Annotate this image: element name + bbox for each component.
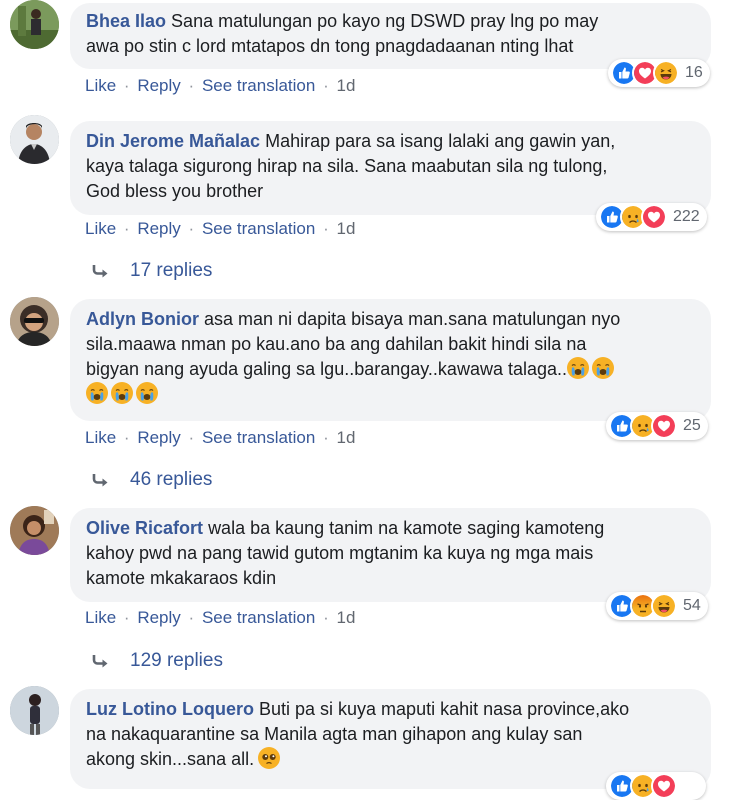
separator: · [188,428,195,447]
separator: · [188,219,195,238]
separator: · [323,608,329,627]
see-translation-link[interactable]: See translation [202,428,315,447]
comment-timestamp[interactable]: 1d [336,219,355,238]
separator: · [123,76,130,95]
separator: · [123,219,130,238]
see-translation-link[interactable]: See translation [202,76,315,95]
comment-actions: Like · Reply · See translation · 1d [85,219,355,239]
crying-face-icon [111,382,133,404]
like-link[interactable]: Like [85,219,116,238]
love-icon [651,413,677,439]
separator: · [323,76,329,95]
crying-face-icon [567,357,589,379]
crying-face-icon [592,357,614,379]
like-link[interactable]: Like [85,608,116,627]
reply-link[interactable]: Reply [137,608,180,627]
separator: · [323,428,329,447]
reply-link[interactable]: Reply [137,76,180,95]
view-replies-link[interactable]: 46 replies [92,469,212,491]
comment-timestamp[interactable]: 1d [336,428,355,447]
separator: · [323,219,329,238]
comment-author[interactable]: Din Jerome Mañalac [86,131,260,151]
like-link[interactable]: Like [85,428,116,447]
reaction-summary[interactable] [606,772,706,800]
avatar[interactable] [10,0,59,49]
reply-link[interactable]: Reply [137,428,180,447]
reaction-summary[interactable]: 222 [596,203,707,231]
avatar[interactable] [10,686,59,735]
comment-bubble: Adlyn Bonior asa man ni dapita bisaya ma… [70,299,711,421]
reaction-summary[interactable]: 54 [606,592,708,620]
haha-icon [651,593,677,619]
see-translation-link[interactable]: See translation [202,608,315,627]
reply-arrow-icon [92,264,110,278]
replies-count[interactable]: 17 replies [130,260,212,282]
view-replies-link[interactable]: 17 replies [92,260,212,282]
comment-bubble: Bhea Ilao Sana matulungan po kayo ng DSW… [70,3,711,69]
comment-author[interactable]: Luz Lotino Loquero [86,699,254,719]
love-icon [651,773,677,799]
avatar[interactable] [10,115,59,164]
crying-face-icon [86,382,108,404]
separator: · [188,608,195,627]
comment-author[interactable]: Olive Ricafort [86,518,203,538]
comment-actions: Like · Reply · See translation · 1d [85,428,355,448]
avatar[interactable] [10,506,59,555]
reply-link[interactable]: Reply [137,219,180,238]
comment-bubble: Olive Ricafort wala ba kaung tanim na ka… [70,508,711,602]
reaction-count: 54 [683,597,701,614]
reaction-count: 16 [685,64,703,81]
separator: · [123,608,130,627]
comment-author[interactable]: Adlyn Bonior [86,309,199,329]
pleading-face-icon [258,747,280,769]
reply-arrow-icon [92,654,110,668]
comment-actions: Like · Reply · See translation · 1d [85,76,355,96]
love-icon [641,204,667,230]
replies-count[interactable]: 46 replies [130,469,212,491]
comment-author[interactable]: Bhea Ilao [86,11,166,31]
separator: · [188,76,195,95]
reaction-summary[interactable]: 16 [608,59,710,87]
separator: · [123,428,130,447]
reaction-count: 25 [683,417,701,434]
avatar[interactable] [10,297,59,346]
replies-count[interactable]: 129 replies [130,650,223,672]
comment-timestamp[interactable]: 1d [336,608,355,627]
comment-actions: Like · Reply · See translation · 1d [85,608,355,628]
view-replies-link[interactable]: 129 replies [92,650,223,672]
comment-bubble: Din Jerome Mañalac Mahirap para sa isang… [70,121,711,215]
see-translation-link[interactable]: See translation [202,219,315,238]
like-link[interactable]: Like [85,76,116,95]
crying-face-icon [136,382,158,404]
reaction-summary[interactable]: 25 [606,412,708,440]
reaction-count: 222 [673,208,700,225]
comment-timestamp[interactable]: 1d [336,76,355,95]
reply-arrow-icon [92,473,110,487]
haha-icon [653,60,679,86]
